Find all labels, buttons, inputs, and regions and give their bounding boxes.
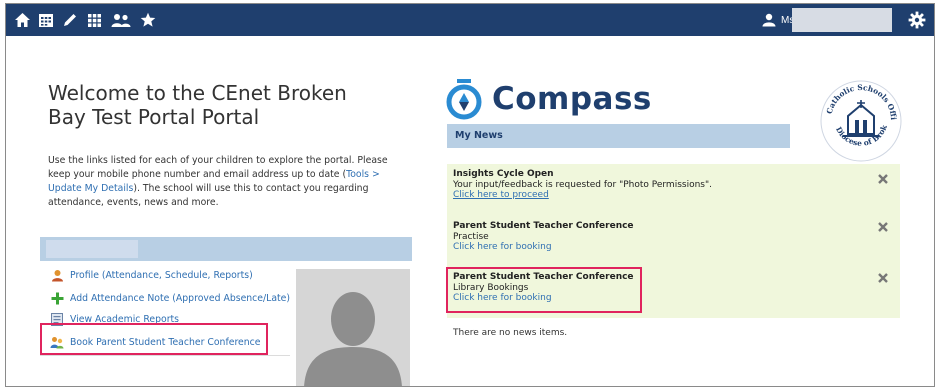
user-icon — [762, 13, 776, 27]
profile-icon — [50, 268, 64, 282]
redacted-child-name — [46, 240, 138, 258]
gear-icon[interactable] — [908, 11, 926, 29]
pencil-icon[interactable] — [61, 11, 79, 29]
welcome-title: Welcome to the CEnet Broken Bay Test Por… — [48, 81, 347, 129]
add-attendance-note-link[interactable]: Add Attendance Note (Approved Absence/La… — [50, 291, 290, 305]
proceed-link[interactable]: Click here to proceed — [453, 190, 712, 201]
highlight-box-library-bookings — [446, 267, 642, 313]
school-crest-logo: Catholic Schools Office Diocese of Broke… — [814, 71, 905, 164]
compass-icon — [446, 79, 482, 120]
people-icon[interactable] — [110, 11, 132, 29]
news-item: Insights Cycle Open Your input/feedback … — [453, 169, 712, 201]
grid-icon[interactable] — [85, 11, 103, 29]
compass-logo-text: Compass — [492, 81, 652, 117]
calendar-icon[interactable] — [37, 11, 55, 29]
close-icon[interactable] — [877, 220, 889, 232]
no-news-text: There are no news items. — [453, 328, 568, 338]
home-icon[interactable] — [13, 11, 31, 29]
avatar — [296, 269, 410, 386]
divider — [40, 355, 290, 356]
welcome-instructions: Use the links listed for each of your ch… — [48, 155, 388, 208]
star-icon[interactable] — [139, 11, 157, 29]
plus-icon — [50, 291, 64, 305]
user-menu[interactable]: Ms — [762, 11, 794, 29]
profile-link[interactable]: Profile (Attendance, Schedule, Reports) — [50, 268, 253, 282]
close-icon[interactable] — [877, 172, 889, 184]
highlight-box-conference-link — [40, 323, 268, 355]
portal-window: Ms Welcome to the CEnet Broken Bay Test … — [5, 3, 935, 387]
news-item: Parent Student Teacher Conference Practi… — [453, 221, 634, 253]
top-nav-bar: Ms — [6, 4, 934, 36]
booking-link[interactable]: Click here for booking — [453, 242, 634, 253]
compass-logo: Compass — [446, 77, 652, 121]
my-news-header: My News — [447, 124, 790, 148]
redacted-user-name — [792, 8, 892, 32]
close-icon[interactable] — [877, 271, 889, 283]
